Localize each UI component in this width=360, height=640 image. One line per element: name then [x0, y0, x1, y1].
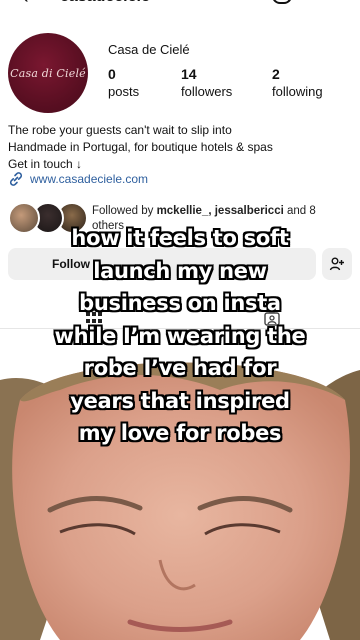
link-icon — [9, 172, 23, 186]
website-link[interactable]: www.casadeciele.com — [8, 171, 148, 187]
bell-icon[interactable] — [272, 0, 292, 4]
stat-followers-count: 14 — [181, 66, 197, 82]
stat-posts-label: posts — [108, 84, 140, 99]
stat-following-label: following — [272, 84, 323, 99]
top-bar: ‹ casadeciele — [0, 0, 360, 8]
avatar-logo: Casa di Cielé — [10, 66, 86, 80]
profile-bio: The robe your guests can't wait to slip … — [8, 122, 348, 173]
back-arrow-icon[interactable]: ‹ — [22, 0, 29, 9]
stat-posts-count: 0 — [108, 66, 116, 82]
stat-following[interactable]: 2 following — [272, 66, 323, 99]
stat-followers-label: followers — [181, 84, 233, 99]
bio-line: The robe your guests can't wait to slip … — [8, 123, 232, 137]
caption-line: how it feels to soft — [71, 226, 289, 250]
avatar[interactable]: Casa di Cielé — [8, 33, 88, 113]
caption-line: launch my new — [93, 258, 267, 283]
caption-line: robe I’ve had for — [83, 356, 277, 380]
followed-by-prefix: Followed by — [92, 205, 157, 217]
caption-line: while I’m wearing the — [54, 323, 306, 348]
stat-followers[interactable]: 14 followers — [181, 66, 232, 99]
caption-line: my love for robes — [78, 421, 282, 445]
video-caption: how it feels to soft launch my new busin… — [0, 222, 360, 450]
bio-line: Handmade in Portugal, for boutique hotel… — [8, 140, 273, 154]
website-link-text: www.casadeciele.com — [30, 172, 149, 186]
profile-name: Casa de Cielé — [108, 42, 190, 57]
caption-line: business on insta — [79, 291, 281, 315]
followed-by-names: mckellie_, jessalbericci — [156, 205, 284, 217]
stat-posts[interactable]: 0 posts — [108, 66, 139, 99]
stat-following-count: 2 — [272, 66, 280, 82]
profile-handle: casadeciele — [60, 0, 150, 6]
caption-line: years that inspired — [70, 388, 290, 413]
